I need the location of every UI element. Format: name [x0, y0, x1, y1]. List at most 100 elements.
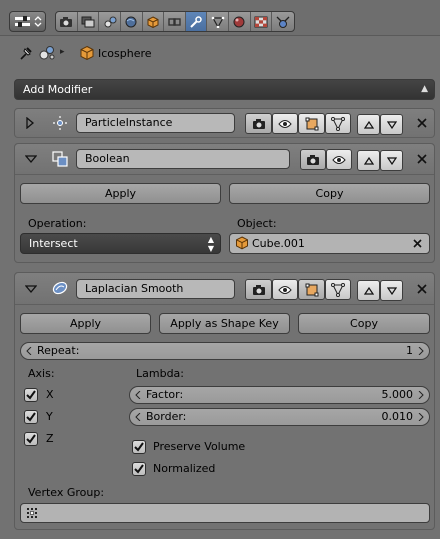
editmode-icon: [305, 283, 319, 296]
clear-field-icon[interactable]: [411, 237, 424, 250]
modifier-name-field[interactable]: Boolean: [76, 149, 290, 169]
tab-render[interactable]: [56, 12, 78, 31]
render-icon: [60, 16, 73, 27]
tab-constraints[interactable]: [164, 12, 186, 31]
apply-as-shape-key-button[interactable]: Apply as Shape Key: [159, 313, 290, 334]
remove-modifier-button[interactable]: [415, 116, 429, 130]
axis-label: Axis:: [28, 367, 55, 380]
tab-render-layers[interactable]: [78, 12, 100, 31]
vertex-triangle-icon: [330, 282, 345, 297]
render-toggle[interactable]: [300, 149, 326, 170]
copy-button[interactable]: Copy: [298, 313, 430, 334]
visibility-toggles: [300, 149, 352, 170]
checkbox[interactable]: [132, 462, 146, 476]
scene-icon: [38, 45, 56, 61]
tab-scene[interactable]: [99, 12, 121, 31]
move-up-button[interactable]: [357, 280, 380, 301]
remove-modifier-button[interactable]: [415, 282, 429, 296]
data-icon: [211, 16, 225, 28]
border-field[interactable]: Border: 0.010: [129, 408, 430, 426]
modifier-name-field[interactable]: Laplacian Smooth: [76, 279, 235, 299]
modifiers-icon: [190, 15, 202, 28]
constraints-icon: [167, 17, 181, 26]
modifier-laplacian-smooth-panel: Laplacian Smooth Apply Apply as Shape Ke…: [14, 272, 435, 530]
repeat-field[interactable]: Repeat: 1: [20, 342, 430, 360]
object-field[interactable]: Cube.001: [229, 233, 430, 254]
vertex-group-label: Vertex Group:: [28, 486, 105, 499]
tab-world[interactable]: [121, 12, 143, 31]
factor-field[interactable]: Factor: 5.000: [129, 386, 430, 404]
repeat-label: Repeat:: [37, 344, 80, 357]
operation-select[interactable]: Intersect ▲ ▼: [20, 233, 221, 254]
particles-icon: [276, 16, 290, 28]
triangle-down-icon: [386, 120, 397, 129]
boolean-icon: [51, 150, 69, 168]
expand-icon[interactable]: [25, 117, 35, 129]
tab-object[interactable]: [143, 12, 165, 31]
object-icon: [79, 45, 95, 61]
apply-button[interactable]: Apply: [20, 313, 151, 334]
viewport-toggle[interactable]: [272, 113, 299, 134]
normalized-checkbox[interactable]: Normalized: [132, 461, 292, 477]
checkbox[interactable]: [24, 432, 38, 446]
checkbox[interactable]: [24, 410, 38, 424]
editmode-toggle[interactable]: [298, 113, 325, 134]
remove-modifier-button[interactable]: [415, 152, 429, 166]
smooth-icon: [51, 279, 69, 297]
checkmark-icon: [26, 434, 36, 444]
move-up-button[interactable]: [357, 114, 380, 135]
modifier-boolean-panel: Boolean Apply Copy Operation: Object: In…: [14, 143, 435, 263]
operation-value: Intersect: [29, 237, 78, 250]
preserve-volume-checkbox[interactable]: Preserve Volume: [132, 439, 292, 455]
world-icon: [125, 16, 137, 27]
render-toggle[interactable]: [245, 113, 273, 134]
add-modifier-dropdown[interactable]: Add Modifier ▲: [14, 79, 435, 100]
checkbox[interactable]: [24, 388, 38, 402]
vertex-group-field[interactable]: [20, 503, 430, 523]
border-value: 0.010: [381, 410, 414, 423]
vertex-group-icon: [27, 508, 37, 518]
checkmark-icon: [134, 442, 144, 452]
cage-toggle[interactable]: [324, 113, 351, 134]
viewport-toggle[interactable]: [326, 149, 352, 170]
particle-instance-icon: [51, 114, 69, 132]
triangle-down-icon: [386, 156, 397, 165]
pin-icon[interactable]: [18, 45, 34, 61]
decrement-arrow-icon: [135, 391, 141, 399]
eye-icon: [278, 119, 292, 128]
cage-toggle[interactable]: [324, 279, 351, 300]
apply-button[interactable]: Apply: [20, 183, 221, 204]
repeat-value: 1: [406, 344, 413, 357]
tab-particles[interactable]: [272, 12, 294, 31]
tab-texture[interactable]: [251, 12, 273, 31]
object-icon: [236, 236, 248, 250]
move-down-button[interactable]: [380, 150, 403, 171]
collapse-icon[interactable]: [25, 154, 37, 164]
eye-icon: [278, 285, 292, 294]
triangle-up-icon: [363, 120, 374, 129]
axis-z-checkbox[interactable]: Z: [24, 431, 84, 447]
factor-value: 5.000: [381, 388, 414, 401]
editmode-toggle[interactable]: [298, 279, 325, 300]
move-down-button[interactable]: [380, 280, 403, 301]
viewport-toggle[interactable]: [272, 279, 299, 300]
move-up-button[interactable]: [357, 150, 380, 171]
tab-material[interactable]: [229, 12, 251, 31]
move-down-button[interactable]: [380, 114, 403, 135]
checkbox[interactable]: [132, 440, 146, 454]
triangle-down-icon: [386, 286, 397, 295]
copy-button[interactable]: Copy: [229, 183, 430, 204]
editor-type-button[interactable]: [9, 11, 46, 32]
operation-label: Operation:: [28, 217, 87, 230]
scene-icon: [104, 16, 117, 27]
axis-y-checkbox[interactable]: Y: [24, 409, 84, 425]
render-toggle[interactable]: [245, 279, 273, 300]
collapse-icon[interactable]: [25, 284, 37, 294]
tab-data[interactable]: [207, 12, 230, 31]
tab-modifiers[interactable]: [185, 12, 208, 31]
context-tabs: [55, 11, 295, 32]
triangle-up-icon: [363, 156, 374, 165]
modifier-name-field[interactable]: ParticleInstance: [76, 113, 235, 133]
axis-x-checkbox[interactable]: X: [24, 387, 84, 403]
axis-z-label: Z: [46, 432, 54, 445]
